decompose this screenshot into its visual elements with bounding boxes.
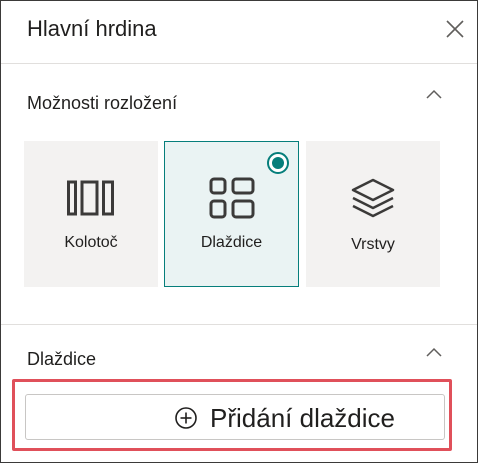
layers-icon: [351, 178, 395, 218]
section-divider: [1, 324, 477, 325]
panel-title: Hlavní hrdina: [27, 16, 157, 41]
chevron-up-icon[interactable]: [423, 84, 445, 106]
plus-circle-icon: [175, 407, 197, 429]
add-tile-button[interactable]: Přidání dlaždice: [25, 394, 445, 440]
hero-properties-panel: Hlavní hrdina Možnosti rozložení Kolotoč…: [0, 0, 478, 463]
carousel-icon: [67, 180, 114, 216]
panel-header: Hlavní hrdina: [1, 1, 477, 63]
layout-option-carousel[interactable]: Kolotoč: [24, 141, 158, 287]
tiles-section-title: Dlaždice: [27, 349, 97, 369]
layout-option-label: Dlaždice: [200, 234, 263, 251]
layout-option-layers[interactable]: Vrstvy: [306, 141, 440, 287]
layout-option-tiles[interactable]: Dlaždice: [164, 141, 299, 287]
layout-section-title: Možnosti rozložení: [27, 93, 178, 113]
tiles-icon: [209, 177, 255, 219]
chevron-up-icon[interactable]: [423, 342, 445, 364]
close-icon[interactable]: [441, 15, 469, 43]
layout-option-label: Kolotoč: [64, 234, 118, 251]
header-divider: [1, 63, 477, 64]
selected-radio-indicator: [267, 152, 289, 174]
layout-option-label: Vrstvy: [351, 236, 395, 253]
add-tile-label: Přidání dlaždice: [210, 403, 395, 433]
